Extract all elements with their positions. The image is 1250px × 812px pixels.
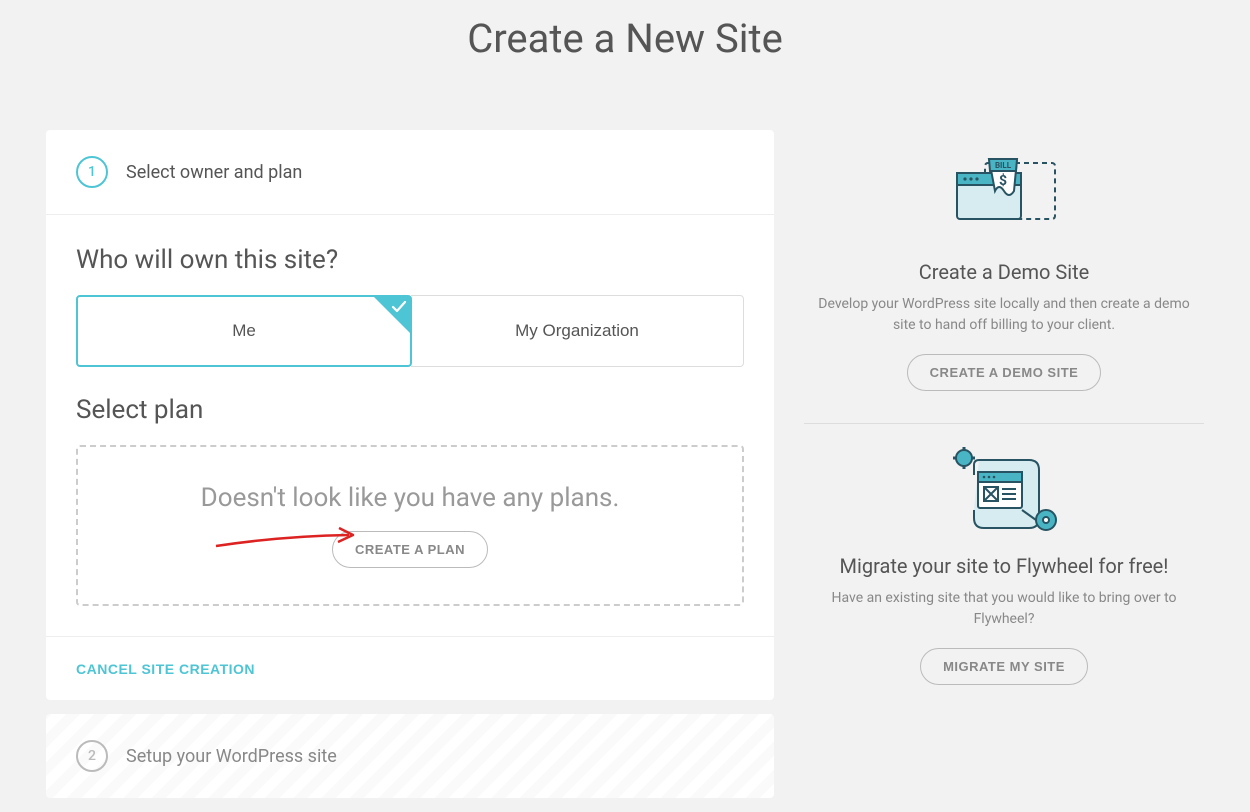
step-1-number: 1	[76, 156, 108, 188]
owner-option-org-label: My Organization	[515, 321, 639, 340]
step-2-label: Setup your WordPress site	[126, 746, 337, 767]
step-1-header: 1 Select owner and plan	[46, 130, 774, 215]
step-2-header: 2 Setup your WordPress site	[46, 714, 774, 798]
migrate-icon	[804, 440, 1204, 540]
create-demo-site-button[interactable]: CREATE A DEMO SITE	[907, 354, 1102, 391]
check-icon	[374, 297, 410, 333]
migrate-block: Migrate your site to Flywheel for free! …	[804, 424, 1204, 695]
step-1-card: 1 Select owner and plan Who will own thi…	[46, 130, 774, 700]
migrate-title: Migrate your site to Flywheel for free!	[804, 554, 1204, 578]
owner-option-me[interactable]: Me	[76, 295, 412, 367]
plan-empty-text: Doesn't look like you have any plans.	[98, 483, 722, 513]
svg-text:BILL: BILL	[995, 161, 1012, 170]
step-2-card: 2 Setup your WordPress site	[46, 714, 774, 798]
migrate-desc: Have an existing site that you would lik…	[804, 588, 1204, 630]
step-1-label: Select owner and plan	[126, 162, 302, 183]
owner-options: Me My Organization	[76, 295, 744, 367]
migrate-my-site-button[interactable]: MIGRATE MY SITE	[920, 648, 1088, 685]
create-plan-button[interactable]: CREATE A PLAN	[332, 531, 488, 568]
owner-option-me-label: Me	[232, 321, 256, 340]
owner-question: Who will own this site?	[76, 245, 744, 275]
cancel-site-creation-button[interactable]: CANCEL SITE CREATION	[76, 661, 255, 677]
demo-site-desc: Develop your WordPress site locally and …	[804, 294, 1204, 336]
plan-title: Select plan	[76, 395, 744, 425]
plan-empty-box: Doesn't look like you have any plans. CR…	[76, 445, 744, 606]
demo-site-icon: BILL $	[804, 146, 1204, 246]
page-title: Create a New Site	[0, 0, 1250, 72]
sidebar: BILL $ Create a Demo Site Develop your W…	[804, 130, 1204, 812]
demo-site-title: Create a Demo Site	[804, 260, 1204, 284]
owner-option-org[interactable]: My Organization	[411, 295, 744, 367]
svg-text:$: $	[999, 172, 1007, 189]
demo-site-block: BILL $ Create a Demo Site Develop your W…	[804, 130, 1204, 424]
step-2-number: 2	[76, 740, 108, 772]
